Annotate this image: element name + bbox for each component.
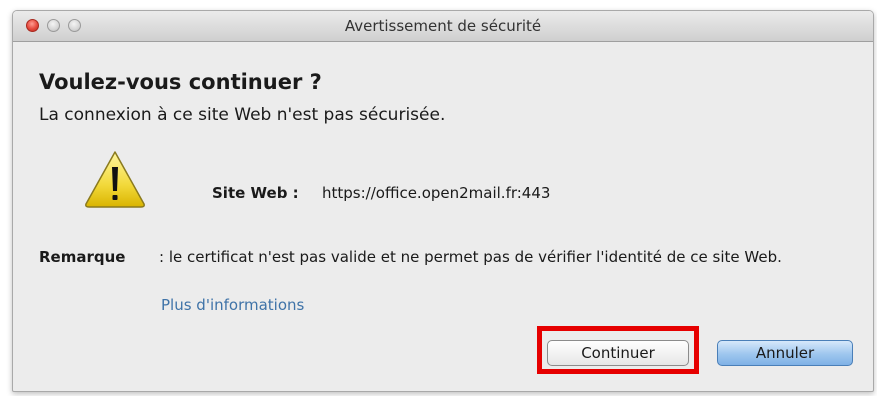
site-url: https://office.open2mail.fr:443 — [322, 184, 551, 202]
screenshot-stage: Avertissement de sécurité Voulez-vous co… — [0, 0, 877, 396]
more-info-link[interactable]: Plus d'informations — [161, 296, 304, 314]
note-text: : le certificat n'est pas valide et ne p… — [159, 248, 782, 266]
warning-triangle-icon — [85, 151, 145, 208]
site-label: Site Web : — [212, 184, 299, 202]
title-bar: Avertissement de sécurité — [13, 11, 873, 42]
cancel-button[interactable]: Annuler — [717, 340, 853, 366]
window-title: Avertissement de sécurité — [344, 17, 542, 35]
note-label: Remarque — [39, 248, 126, 266]
dialog-subheading: La connexion à ce site Web n'est pas séc… — [39, 105, 446, 125]
security-warning-dialog: Avertissement de sécurité Voulez-vous co… — [12, 10, 874, 392]
continue-button[interactable]: Continuer — [547, 340, 689, 366]
dialog-heading: Voulez-vous continuer ? — [39, 70, 322, 94]
